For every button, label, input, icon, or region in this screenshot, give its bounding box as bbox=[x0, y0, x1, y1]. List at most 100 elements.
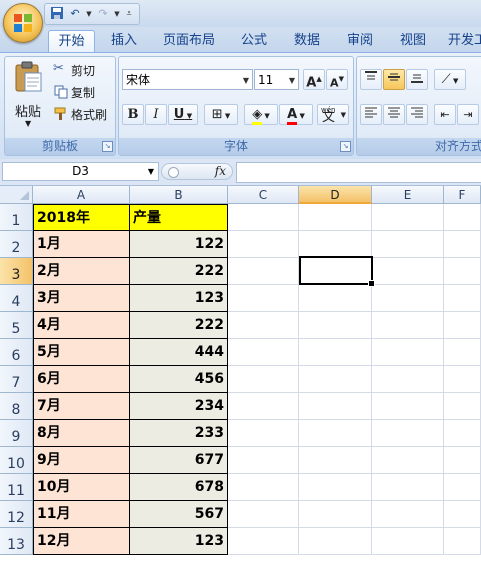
save-icon[interactable] bbox=[49, 6, 65, 22]
row-header-7[interactable]: 7 bbox=[0, 366, 33, 393]
tab-page-layout[interactable]: 页面布局 bbox=[158, 30, 220, 52]
row-header-3[interactable]: 3 bbox=[0, 258, 33, 285]
cell-a13[interactable]: 12月 bbox=[33, 528, 130, 555]
column-header-d[interactable]: D bbox=[299, 186, 372, 204]
cell-b4[interactable]: 123 bbox=[130, 285, 228, 312]
cell-a8[interactable]: 7月 bbox=[33, 393, 130, 420]
decrease-indent-button[interactable]: ⇤ bbox=[434, 104, 456, 125]
cell-f4[interactable] bbox=[444, 285, 481, 312]
cell-c9[interactable] bbox=[228, 420, 299, 447]
row-header-6[interactable]: 6 bbox=[0, 339, 33, 366]
cell-a3[interactable]: 2月 bbox=[33, 258, 130, 285]
cell-e3[interactable] bbox=[372, 258, 444, 285]
cell-d11[interactable] bbox=[299, 474, 372, 501]
tab-data[interactable]: 数据 bbox=[287, 30, 327, 52]
cell-d1[interactable] bbox=[299, 204, 372, 231]
row-header-5[interactable]: 5 bbox=[0, 312, 33, 339]
cell-c1[interactable] bbox=[228, 204, 299, 231]
cell-b7[interactable]: 456 bbox=[130, 366, 228, 393]
cell-f13[interactable] bbox=[444, 528, 481, 555]
cell-e13[interactable] bbox=[372, 528, 444, 555]
cell-e7[interactable] bbox=[372, 366, 444, 393]
insert-function-button[interactable]: fx bbox=[215, 164, 226, 179]
bottom-align-button[interactable] bbox=[406, 69, 428, 90]
cell-f1[interactable] bbox=[444, 204, 481, 231]
tab-insert[interactable]: 插入 bbox=[104, 30, 144, 52]
clipboard-launcher-icon[interactable]: ↘ bbox=[102, 141, 113, 152]
cell-b9[interactable]: 233 bbox=[130, 420, 228, 447]
row-header-12[interactable]: 12 bbox=[0, 501, 33, 528]
cell-e8[interactable] bbox=[372, 393, 444, 420]
cell-f12[interactable] bbox=[444, 501, 481, 528]
cell-b11[interactable]: 678 bbox=[130, 474, 228, 501]
orientation-button[interactable]: ⟋ ▼ bbox=[434, 69, 466, 90]
tab-review[interactable]: 审阅 bbox=[340, 30, 380, 52]
undo-icon[interactable]: ↶ bbox=[67, 6, 83, 22]
cell-e9[interactable] bbox=[372, 420, 444, 447]
font-launcher-icon[interactable]: ↘ bbox=[340, 141, 351, 152]
cell-e12[interactable] bbox=[372, 501, 444, 528]
undo-dropdown-icon[interactable]: ▼ bbox=[85, 6, 93, 22]
copy-button[interactable]: 复制 bbox=[53, 83, 113, 101]
phonetic-guide-button[interactable]: wén 文 ▼ bbox=[317, 104, 349, 125]
font-size-combo[interactable]: 11 ▼ bbox=[254, 69, 299, 90]
font-name-combo[interactable]: 宋体 ▼ bbox=[122, 69, 253, 90]
middle-align-button[interactable] bbox=[383, 69, 405, 90]
borders-button[interactable]: ⊞ ▼ bbox=[204, 104, 238, 125]
font-color-button[interactable]: A ▼ bbox=[279, 104, 313, 125]
cell-a9[interactable]: 8月 bbox=[33, 420, 130, 447]
cell-e10[interactable] bbox=[372, 447, 444, 474]
fill-handle[interactable] bbox=[368, 280, 375, 287]
cell-c4[interactable] bbox=[228, 285, 299, 312]
cell-e11[interactable] bbox=[372, 474, 444, 501]
cell-c3[interactable] bbox=[228, 258, 299, 285]
cell-f10[interactable] bbox=[444, 447, 481, 474]
formula-input[interactable] bbox=[236, 162, 481, 183]
row-header-4[interactable]: 4 bbox=[0, 285, 33, 312]
shrink-font-button[interactable]: A▼ bbox=[326, 69, 348, 90]
cell-d5[interactable] bbox=[299, 312, 372, 339]
tab-formulas[interactable]: 公式 bbox=[235, 30, 273, 52]
column-header-e[interactable]: E bbox=[372, 186, 444, 204]
cell-f5[interactable] bbox=[444, 312, 481, 339]
cut-button[interactable]: ✂ 剪切 bbox=[53, 61, 113, 79]
cell-e6[interactable] bbox=[372, 339, 444, 366]
cell-f11[interactable] bbox=[444, 474, 481, 501]
increase-indent-button[interactable]: ⇥ bbox=[457, 104, 479, 125]
cell-b2[interactable]: 122 bbox=[130, 231, 228, 258]
cell-a2[interactable]: 1月 bbox=[33, 231, 130, 258]
cell-a11[interactable]: 10月 bbox=[33, 474, 130, 501]
column-header-b[interactable]: B bbox=[130, 186, 228, 204]
redo-icon[interactable]: ↷ bbox=[95, 6, 111, 22]
underline-button[interactable]: U ▼ bbox=[168, 104, 198, 125]
cell-b1[interactable]: 产量 bbox=[130, 204, 228, 231]
cell-b8[interactable]: 234 bbox=[130, 393, 228, 420]
select-all-button[interactable] bbox=[0, 186, 33, 204]
cell-d10[interactable] bbox=[299, 447, 372, 474]
tab-developer[interactable]: 开发工 bbox=[448, 30, 481, 52]
cell-c12[interactable] bbox=[228, 501, 299, 528]
column-header-f[interactable]: F bbox=[444, 186, 481, 204]
fill-color-button[interactable]: ◈ ▼ bbox=[244, 104, 278, 125]
italic-button[interactable]: I bbox=[145, 104, 167, 125]
collapse-handle-icon[interactable] bbox=[168, 167, 179, 178]
cell-d9[interactable] bbox=[299, 420, 372, 447]
cell-c13[interactable] bbox=[228, 528, 299, 555]
row-header-1[interactable]: 1 bbox=[0, 204, 33, 231]
align-right-button[interactable] bbox=[406, 104, 428, 125]
cell-d12[interactable] bbox=[299, 501, 372, 528]
cell-a4[interactable]: 3月 bbox=[33, 285, 130, 312]
column-header-a[interactable]: A bbox=[33, 186, 130, 204]
cell-d6[interactable] bbox=[299, 339, 372, 366]
row-header-13[interactable]: 13 bbox=[0, 528, 33, 555]
cell-a1[interactable]: 2018年 bbox=[33, 204, 130, 231]
cell-e4[interactable] bbox=[372, 285, 444, 312]
grow-font-button[interactable]: A▲ bbox=[303, 69, 325, 90]
cell-a10[interactable]: 9月 bbox=[33, 447, 130, 474]
tab-home[interactable]: 开始 bbox=[48, 30, 95, 53]
cell-f6[interactable] bbox=[444, 339, 481, 366]
paste-button[interactable]: 粘贴 ▼ bbox=[9, 59, 47, 131]
cell-c2[interactable] bbox=[228, 231, 299, 258]
cell-b13[interactable]: 123 bbox=[130, 528, 228, 555]
cell-f3[interactable] bbox=[444, 258, 481, 285]
